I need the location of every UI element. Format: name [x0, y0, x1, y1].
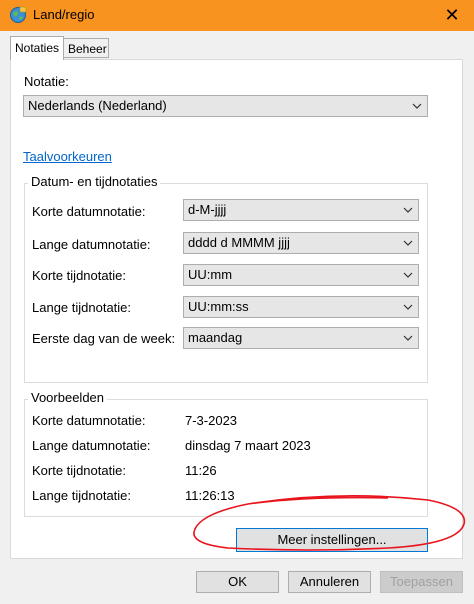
close-button[interactable]: ✕ — [437, 2, 467, 28]
title-bar: Land/regio ✕ — [0, 0, 474, 31]
apply-button[interactable]: Toepassen — [380, 571, 463, 593]
long-time-label: Lange tijdnotatie: — [32, 300, 132, 315]
first-day-dropdown[interactable]: maandag — [183, 327, 419, 349]
short-time-label: Korte tijdnotatie: — [32, 268, 126, 283]
datetime-group-title: Datum- en tijdnotaties — [28, 174, 161, 189]
short-date-dropdown[interactable]: d-M-jjjj — [183, 199, 419, 221]
format-value: Nederlands (Nederland) — [28, 98, 167, 113]
short-date-value: d-M-jjjj — [188, 202, 227, 217]
chevron-down-icon — [403, 207, 413, 213]
examples-group-title: Voorbeelden — [28, 390, 108, 405]
long-date-label: Lange datumnotatie: — [32, 237, 151, 252]
close-icon: ✕ — [444, 5, 460, 25]
format-label: Notatie: — [24, 74, 69, 89]
chevron-down-icon — [403, 335, 413, 341]
short-time-value: UU:mm — [188, 267, 233, 282]
more-settings-button[interactable]: Meer instellingen... — [236, 528, 428, 552]
window-title: Land/regio — [33, 7, 95, 22]
first-day-label: Eerste dag van de week: — [32, 331, 176, 346]
chevron-down-icon — [412, 103, 422, 109]
chevron-down-icon — [403, 304, 413, 310]
tab-beheer[interactable]: Beheer — [63, 38, 109, 58]
cancel-button[interactable]: Annuleren — [288, 571, 371, 593]
example-short-date-label: Korte datumnotatie: — [32, 413, 146, 428]
long-date-dropdown[interactable]: dddd d MMMM jjjj — [183, 232, 419, 254]
example-short-time-value: 11:26 — [185, 463, 217, 478]
example-long-time-value: 11:26:13 — [185, 488, 235, 503]
example-long-time-label: Lange tijdnotatie: — [32, 488, 132, 503]
format-dropdown[interactable]: Nederlands (Nederland) — [23, 95, 428, 117]
example-short-time-label: Korte tijdnotatie: — [32, 463, 126, 478]
short-date-label: Korte datumnotatie: — [32, 204, 146, 219]
long-time-dropdown[interactable]: UU:mm:ss — [183, 296, 419, 318]
first-day-value: maandag — [188, 330, 243, 345]
chevron-down-icon — [403, 240, 413, 246]
tab-notaties[interactable]: Notaties — [10, 36, 64, 60]
example-short-date-value: 7-3-2023 — [185, 413, 238, 428]
long-date-value: dddd d MMMM jjjj — [188, 235, 290, 250]
example-long-date-value: dinsdag 7 maart 2023 — [185, 438, 311, 453]
ok-button[interactable]: OK — [196, 571, 279, 593]
globe-icon — [10, 6, 27, 23]
example-long-date-label: Lange datumnotatie: — [32, 438, 151, 453]
long-time-value: UU:mm:ss — [188, 299, 249, 314]
language-preferences-link[interactable]: Taalvoorkeuren — [23, 149, 112, 164]
chevron-down-icon — [403, 272, 413, 278]
short-time-dropdown[interactable]: UU:mm — [183, 264, 419, 286]
